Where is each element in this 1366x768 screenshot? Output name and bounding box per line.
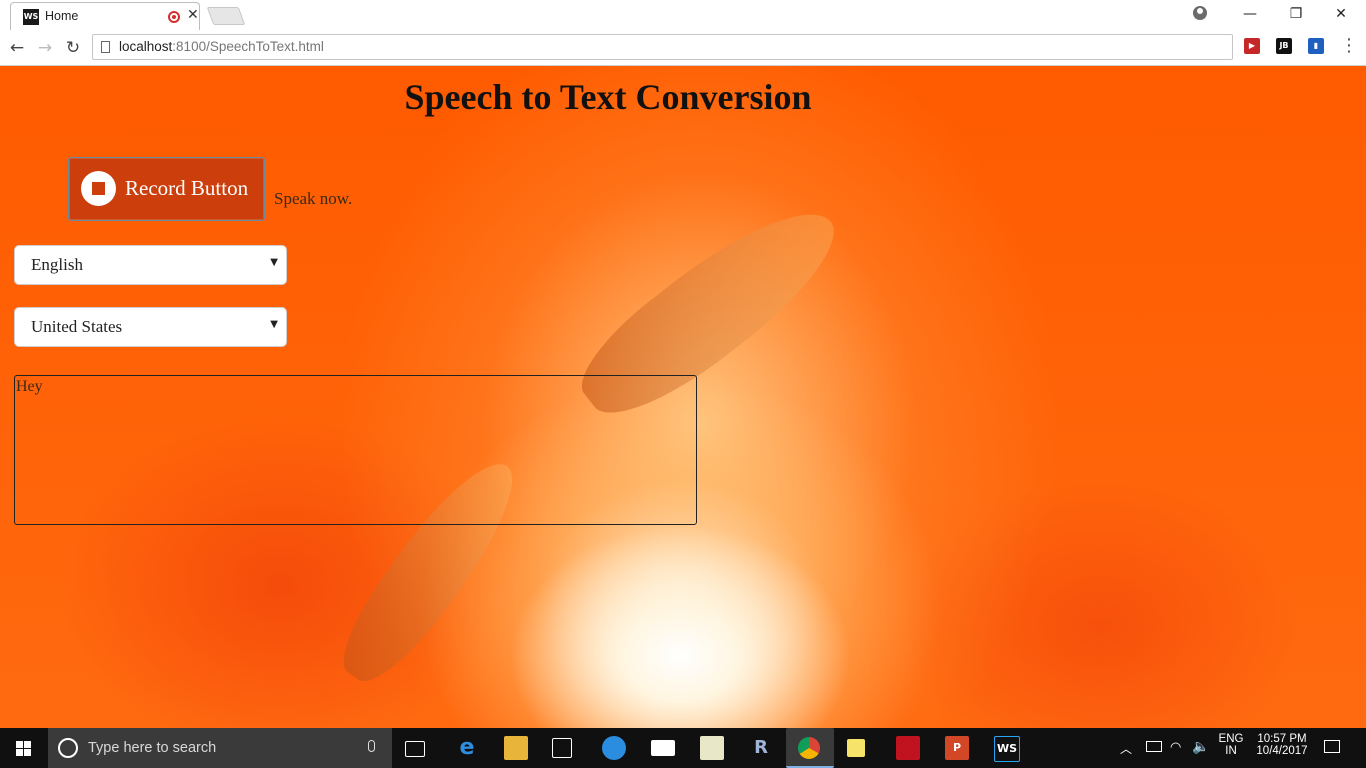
- language-secondary: IN: [1225, 745, 1237, 757]
- notifications-icon[interactable]: [1324, 740, 1340, 753]
- chevron-down-icon: ▼: [270, 319, 278, 330]
- microphone-icon[interactable]: [368, 740, 375, 752]
- record-button-label: Record Button: [125, 176, 249, 200]
- restore-button[interactable]: ❐: [1273, 0, 1319, 28]
- windows-taskbar: Type here to search e R P WS ︿ ◠ 🔈 ENG I…: [0, 728, 1366, 768]
- page-viewport: Speech to Text Conversion Record Button …: [0, 66, 1366, 728]
- transcript-textarea[interactable]: Hey: [14, 375, 697, 525]
- record-button[interactable]: Record Button: [68, 157, 265, 221]
- browser-menu-icon[interactable]: ⋮: [1340, 35, 1358, 56]
- reload-button[interactable]: ↻: [61, 36, 85, 60]
- dialect-select[interactable]: United States ▼: [14, 307, 287, 347]
- store-icon[interactable]: [552, 738, 572, 758]
- url-text: localhost:8100/SpeechToText.html: [119, 39, 324, 54]
- cast-extension-icon[interactable]: ▶: [1244, 38, 1260, 54]
- r-icon[interactable]: R: [749, 736, 773, 760]
- tab-close-icon[interactable]: ✕: [187, 7, 199, 23]
- page-info-icon[interactable]: [101, 41, 110, 53]
- chrome-icon: [798, 737, 820, 759]
- file-explorer-icon[interactable]: [504, 736, 528, 760]
- search-placeholder: Type here to search: [88, 740, 217, 756]
- task-view-icon[interactable]: [405, 741, 425, 757]
- url-host: localhost: [119, 39, 173, 54]
- status-text: Speak now.: [274, 189, 353, 208]
- powerpoint-icon[interactable]: P: [945, 736, 969, 760]
- clock-date: 10/4/2017: [1256, 745, 1308, 757]
- tab-strip: WS Home ✕ — ❐ ✕: [0, 0, 1366, 30]
- tab-title: Home: [45, 9, 79, 23]
- minimize-button[interactable]: —: [1227, 0, 1273, 28]
- address-bar[interactable]: localhost:8100/SpeechToText.html: [92, 34, 1233, 60]
- volume-icon[interactable]: 🔈: [1192, 738, 1209, 755]
- browser-toolbar: ← → ↻ localhost:8100/SpeechToText.html ▶…: [0, 30, 1366, 66]
- edge-icon[interactable]: e: [455, 736, 479, 760]
- sticky-notes-icon[interactable]: [847, 739, 865, 757]
- new-tab-button[interactable]: [206, 7, 246, 25]
- jetbrains-extension-icon[interactable]: JB: [1276, 38, 1292, 54]
- tray-chevron-icon[interactable]: ︿: [1120, 740, 1132, 757]
- chevron-down-icon: ▼: [270, 257, 278, 268]
- account-icon[interactable]: [1193, 6, 1207, 20]
- url-path: :8100/SpeechToText.html: [172, 39, 324, 54]
- webstorm-favicon-icon: WS: [23, 9, 39, 25]
- language-primary: ENG: [1218, 733, 1244, 745]
- stop-icon: [81, 171, 116, 206]
- rstudio-icon[interactable]: [700, 736, 724, 760]
- safari-icon[interactable]: [602, 736, 626, 760]
- page-title: Speech to Text Conversion: [404, 77, 812, 117]
- language-select-value: English: [31, 255, 83, 274]
- acrobat-icon[interactable]: [896, 736, 920, 760]
- chrome-taskbar-button[interactable]: [786, 728, 834, 768]
- browser-tab-home[interactable]: WS Home ✕: [10, 2, 200, 30]
- clock[interactable]: 10:57 PM 10/4/2017: [1250, 733, 1314, 757]
- cortana-icon: [58, 738, 78, 758]
- dialect-select-value: United States: [31, 317, 123, 336]
- input-language-indicator[interactable]: ENG IN: [1216, 733, 1246, 757]
- forward-button[interactable]: →: [33, 36, 57, 60]
- back-button[interactable]: ←: [5, 36, 29, 60]
- language-select[interactable]: English ▼: [14, 245, 287, 285]
- taskbar-search-box[interactable]: Type here to search: [48, 728, 392, 768]
- close-window-button[interactable]: ✕: [1318, 0, 1364, 28]
- windows-logo-icon: [16, 741, 31, 756]
- battery-icon[interactable]: [1146, 741, 1162, 752]
- bookmark-extension-icon[interactable]: ▮: [1308, 38, 1324, 54]
- mail-icon[interactable]: [651, 740, 675, 756]
- wifi-icon[interactable]: ◠: [1170, 739, 1181, 755]
- start-button[interactable]: [0, 728, 48, 768]
- webstorm-icon[interactable]: WS: [994, 736, 1020, 762]
- recording-indicator-icon: [168, 11, 180, 23]
- clock-time: 10:57 PM: [1257, 733, 1307, 745]
